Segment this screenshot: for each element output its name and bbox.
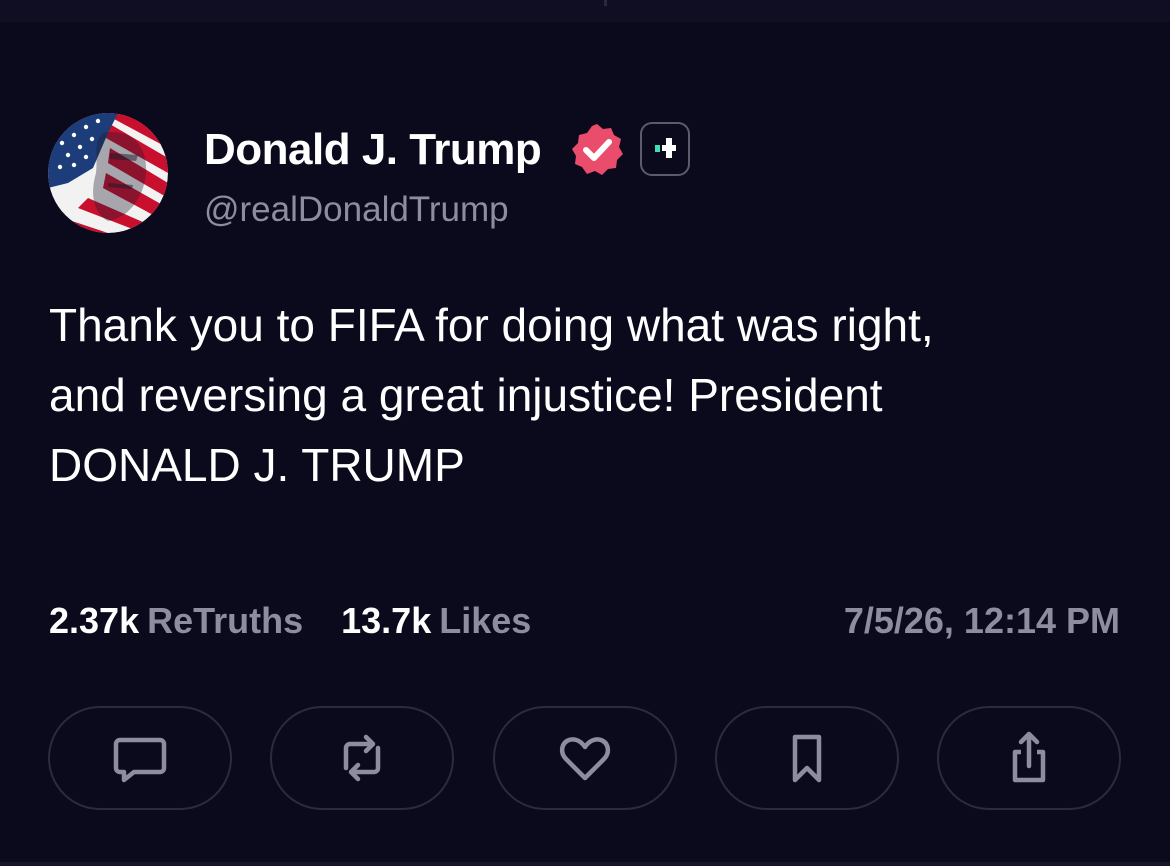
reply-button[interactable] — [48, 706, 232, 810]
verified-badge-icon — [572, 124, 623, 175]
bookmark-button[interactable] — [715, 706, 899, 810]
likes-count: 13.7k — [341, 600, 432, 641]
post-timestamp: 7/5/26, 12:14 PM — [843, 600, 1120, 641]
bottom-divider — [0, 862, 1170, 866]
plus-badge-icon — [655, 138, 676, 158]
bookmark-icon — [792, 734, 822, 783]
repost-icon — [343, 734, 381, 782]
comment-icon — [113, 737, 167, 783]
retruths-count: 2.37k — [49, 600, 140, 641]
post-stats: 2.37k ReTruths 13.7k Likes — [49, 598, 569, 644]
author-avatar[interactable] — [48, 113, 168, 233]
share-button[interactable] — [937, 706, 1121, 810]
author-display-name[interactable]: Donald J. Trump — [204, 124, 542, 176]
retruth-button[interactable] — [270, 706, 454, 810]
top-strip — [0, 0, 1170, 22]
scroll-indicator — [604, 0, 607, 6]
retruths-label: ReTruths — [147, 600, 304, 641]
retruths-stat[interactable]: 2.37k ReTruths — [49, 600, 303, 641]
flag-portrait-avatar-icon — [48, 113, 168, 233]
like-button[interactable] — [493, 706, 677, 810]
heart-icon — [559, 737, 611, 781]
likes-stat[interactable]: 13.7k Likes — [341, 600, 531, 641]
likes-label: Likes — [439, 600, 532, 641]
share-icon — [1012, 731, 1046, 783]
post-text: Thank you to FIFA for doing what was rig… — [49, 299, 934, 491]
author-handle[interactable]: @realDonaldTrump — [204, 188, 509, 232]
plus-badge[interactable] — [640, 122, 690, 176]
